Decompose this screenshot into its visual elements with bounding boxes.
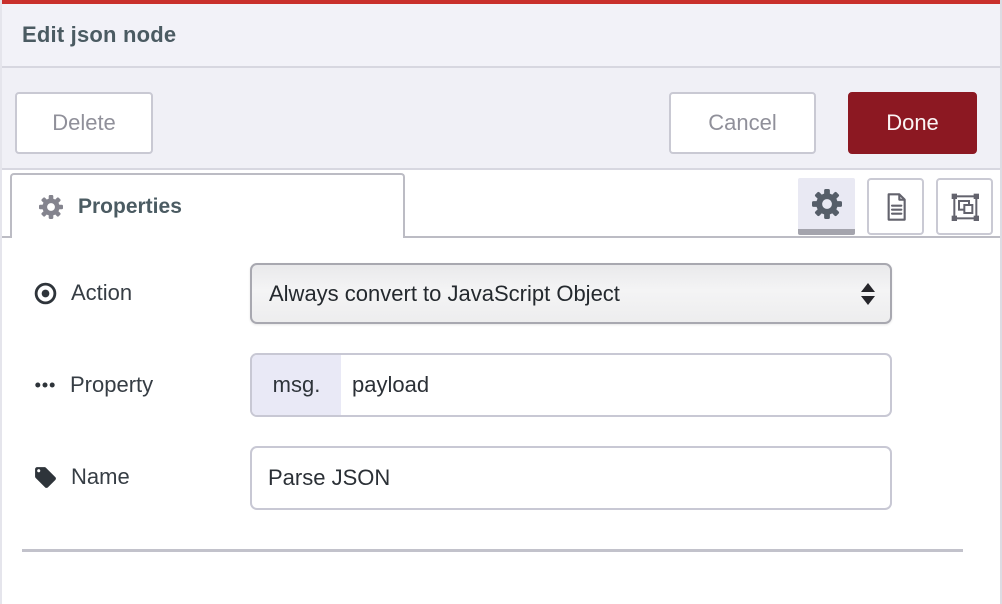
name-label-text: Name — [71, 464, 130, 490]
name-input[interactable] — [252, 448, 890, 508]
dialog-header: Edit json node — [2, 4, 1000, 68]
action-field-label: Action — [33, 279, 132, 307]
group-selection-icon — [949, 191, 981, 223]
name-input-wrap — [250, 446, 892, 510]
node-description-button[interactable] — [867, 178, 924, 235]
select-arrows-icon — [861, 283, 875, 305]
property-input[interactable] — [341, 355, 890, 415]
action-select[interactable]: Always convert to JavaScript Object — [250, 263, 892, 324]
node-appearance-button[interactable] — [936, 178, 993, 235]
editor-icon-toolbar — [798, 178, 993, 235]
property-typed-input: msg. — [250, 353, 892, 417]
tab-properties-label: Properties — [78, 195, 182, 219]
tag-icon — [33, 465, 58, 490]
section-divider — [22, 549, 963, 552]
tab-properties[interactable]: Properties — [10, 173, 405, 238]
cancel-button[interactable]: Cancel — [669, 92, 816, 154]
dot-circle-icon — [33, 281, 58, 306]
document-icon — [880, 191, 912, 223]
node-properties-button[interactable] — [798, 178, 855, 235]
msg-prefix-button[interactable]: msg. — [252, 355, 341, 415]
property-label-text: Property — [70, 372, 153, 398]
editor-tab-row: Properties — [2, 170, 1000, 238]
ellipsis-icon — [33, 373, 57, 397]
delete-button[interactable]: Delete — [15, 92, 153, 154]
done-button[interactable]: Done — [848, 92, 977, 154]
gear-icon — [812, 189, 842, 219]
dialog-button-row: Delete Cancel Done — [2, 68, 1000, 170]
dialog-title: Edit json node — [22, 22, 176, 48]
edit-json-node-dialog: Edit json node Delete Cancel Done — [0, 0, 1002, 604]
gear-icon — [39, 195, 63, 219]
action-label-text: Action — [71, 280, 132, 306]
property-field-label: Property — [33, 371, 153, 399]
action-select-value: Always convert to JavaScript Object — [252, 281, 861, 307]
name-field-label: Name — [33, 463, 130, 491]
